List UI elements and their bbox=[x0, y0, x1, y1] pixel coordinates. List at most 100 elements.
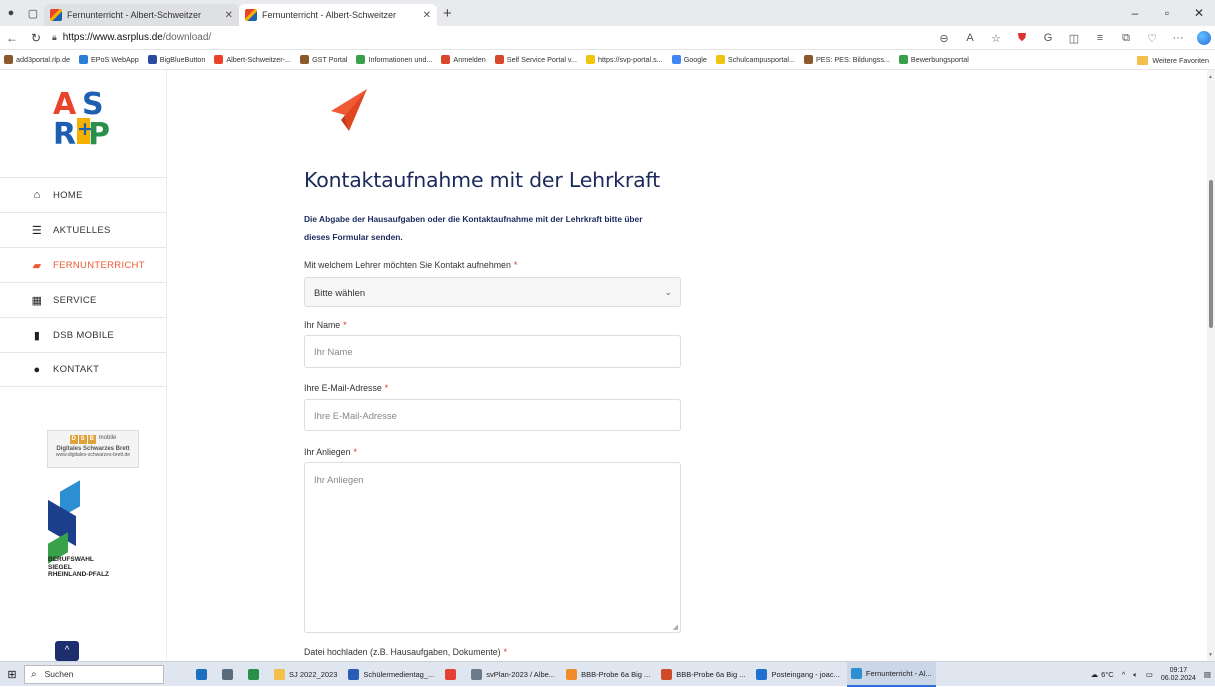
taskbar-app[interactable]: SJ 2022_2023 bbox=[270, 662, 341, 687]
tab-title: Fernunterricht - Albert-Schweitzer bbox=[67, 10, 202, 20]
bookmark-item[interactable]: Albert-Schweitzer-... bbox=[214, 55, 291, 64]
collections-icon[interactable]: ⧉ bbox=[1113, 32, 1139, 45]
back-arrow-icon[interactable]: ← bbox=[0, 31, 24, 45]
sidebar-item-aktuelles[interactable]: ☰ AKTUELLES bbox=[0, 212, 167, 247]
browser-tab[interactable]: Fernunterricht - Albert-Schweitzer ✕ bbox=[44, 4, 239, 26]
bookmark-item[interactable]: Self Service Portal v... bbox=[494, 55, 577, 64]
scrollbar-thumb[interactable] bbox=[1209, 180, 1213, 328]
bookmark-item[interactable]: Anmelden bbox=[441, 55, 486, 64]
split-screen-icon[interactable]: ◫ bbox=[1061, 32, 1087, 45]
dsb-sub: mobile bbox=[98, 435, 117, 441]
dsb-mobile-banner[interactable]: D S B mobile Digitales Schwarzes Brett w… bbox=[47, 430, 139, 468]
taskbar-app-label: Schülermedientag_... bbox=[363, 669, 435, 679]
window-controls: – ▫ ✕ bbox=[1119, 0, 1215, 26]
email-placeholder: Ihre E-Mail-Adresse bbox=[314, 409, 397, 421]
close-tab-icon[interactable]: ✕ bbox=[225, 10, 233, 21]
name-field[interactable]: Ihr Name bbox=[304, 335, 681, 368]
sidebar: A S R + P ⌂ HOME ☰ AKTUELLES ▰ FERNUNTERRICHT… bbox=[0, 70, 167, 661]
tray-chevron-icon[interactable]: ^ bbox=[1122, 670, 1126, 679]
search-label: Suchen bbox=[44, 669, 74, 679]
scroll-up-icon[interactable]: ▲ bbox=[1208, 74, 1213, 80]
sidebar-item-dsb-mobile[interactable]: ▮ DSB MOBILE bbox=[0, 317, 167, 352]
taskbar-search[interactable]: ⌕ Suchen bbox=[24, 664, 164, 684]
new-tab-button[interactable]: + bbox=[443, 5, 452, 22]
close-tab-icon[interactable]: ✕ bbox=[423, 10, 431, 21]
email-field[interactable]: Ihre E-Mail-Adresse bbox=[304, 399, 681, 431]
volume-icon[interactable]: 🔈︎ bbox=[1133, 670, 1138, 680]
extension-icon[interactable]: G bbox=[1035, 32, 1061, 44]
bookmark-item[interactable]: PES: PES: Bildungss... bbox=[804, 55, 890, 64]
read-aloud-icon[interactable]: A bbox=[957, 32, 983, 44]
bookmark-label: BigBlueButton bbox=[159, 55, 206, 64]
page-scrollbar[interactable]: ▲ ▼ bbox=[1207, 70, 1215, 661]
bookmark-item[interactable]: Bewerbungsportal bbox=[898, 55, 969, 64]
bookmark-item[interactable]: Schulcampusportal... bbox=[715, 55, 795, 64]
bookmark-label: Albert-Schweitzer-... bbox=[226, 55, 292, 64]
taskbar-app[interactable]: BBB-Probe 6a Big ... bbox=[657, 662, 749, 687]
bookmark-folder-other[interactable]: Weitere Favoriten bbox=[1137, 50, 1209, 70]
restore-icon[interactable]: ▫ bbox=[1151, 6, 1183, 20]
taskbar-app[interactable]: Fernunterricht - Al... bbox=[846, 661, 936, 687]
resize-grip-icon[interactable]: ◢ bbox=[673, 623, 678, 631]
more-menu-icon[interactable]: ··· bbox=[1165, 32, 1191, 44]
network-icon[interactable]: ▭ bbox=[1146, 670, 1153, 679]
taskbar-clock[interactable]: 09:17 06.02.2024 bbox=[1161, 667, 1196, 683]
system-tray: ☁ 6°C ^ 🔈︎ ▭ 09:17 06.02.2024 ▤ bbox=[1083, 662, 1211, 687]
tab-actions-icon[interactable]: ▢ bbox=[22, 2, 44, 24]
zoom-icon[interactable]: ⊖ bbox=[931, 32, 957, 45]
taskbar-app[interactable] bbox=[192, 662, 215, 687]
windows-start-icon[interactable]: ⊞ bbox=[0, 668, 24, 681]
upload-label: Datei hochladen (z.B. Hausaufgaben, Doku… bbox=[304, 647, 507, 657]
address-input[interactable]: 🔒︎ https://www.asrplus.de/download/ bbox=[52, 32, 872, 43]
email-label-text: Ihre E-Mail-Adresse bbox=[304, 383, 382, 393]
favorites-icon[interactable]: ≡ bbox=[1087, 32, 1113, 44]
sidebar-item-home[interactable]: ⌂ HOME bbox=[0, 177, 167, 212]
extension-shield-icon[interactable]: ⛊ bbox=[1009, 32, 1035, 45]
taskbar-app[interactable] bbox=[441, 662, 464, 687]
dsb-letter: D bbox=[69, 435, 78, 444]
browser-essentials-icon[interactable]: ♡ bbox=[1139, 32, 1165, 45]
taskbar-app[interactable]: Schülermedientag_... bbox=[344, 662, 438, 687]
scroll-to-top-button[interactable]: ^ bbox=[55, 641, 79, 661]
scroll-down-icon[interactable]: ▼ bbox=[1208, 652, 1213, 658]
bookmark-item[interactable]: Informationen und... bbox=[356, 55, 432, 64]
taskbar-app[interactable]: svPlan-2023 / Albe... bbox=[467, 662, 559, 687]
file-icon: ▮ bbox=[33, 329, 41, 342]
minimize-icon[interactable]: – bbox=[1119, 6, 1151, 20]
profile-icon[interactable]: ● bbox=[0, 2, 22, 24]
sidebar-item-fernunterricht[interactable]: ▰ FERNUNTERRICHT bbox=[0, 247, 167, 282]
bookmark-label: EPoS WebApp bbox=[90, 55, 139, 64]
school-logo[interactable]: A S R + P bbox=[53, 87, 113, 152]
sidebar-item-kontakt[interactable]: ● KONTAKT bbox=[0, 352, 167, 387]
bookmark-item[interactable]: add3portal.rlp.de bbox=[4, 55, 70, 64]
close-window-icon[interactable]: ✕ bbox=[1183, 6, 1215, 20]
copilot-icon[interactable] bbox=[1197, 31, 1211, 45]
home-icon: ⌂ bbox=[33, 189, 41, 201]
favorite-star-icon[interactable]: ☆ bbox=[983, 32, 1009, 45]
bookmark-item[interactable]: Google bbox=[671, 55, 707, 64]
teacher-select[interactable]: Bitte wählen ⌄ bbox=[304, 277, 681, 307]
name-label: Ihr Name * bbox=[304, 320, 347, 330]
refresh-icon[interactable]: ↻ bbox=[24, 31, 48, 45]
message-textarea[interactable]: Ihr Anliegen ◢ bbox=[304, 462, 681, 633]
taskbar-app[interactable] bbox=[244, 662, 267, 687]
browser-tab-active[interactable]: Fernunterricht - Albert-Schweitzer ✕ bbox=[239, 4, 437, 26]
notifications-icon[interactable]: ▤ bbox=[1204, 670, 1211, 679]
app-icon bbox=[756, 668, 768, 680]
bookmark-favicon-icon bbox=[898, 55, 908, 64]
weather-icon[interactable]: ☁ bbox=[1091, 670, 1099, 679]
calendar-icon: ▦ bbox=[31, 294, 43, 307]
list-icon: ☰ bbox=[31, 224, 43, 237]
bookmark-item[interactable]: GST Portal bbox=[300, 55, 347, 64]
taskbar-app[interactable] bbox=[218, 662, 241, 687]
siegel-text: BERUFSWAHL SIEGEL RHEINLAND-PFALZ bbox=[48, 556, 109, 579]
taskbar-app[interactable]: Posteingang - joac... bbox=[752, 662, 843, 687]
berufswahl-siegel-logo[interactable]: BERUFSWAHL SIEGEL RHEINLAND-PFALZ bbox=[48, 480, 128, 586]
browser-tab-bar: ● ▢ Fernunterricht - Albert-Schweitzer ✕… bbox=[0, 0, 1215, 26]
sidebar-item-service[interactable]: ▦ SERVICE bbox=[0, 282, 167, 317]
bookmark-item[interactable]: https://svp-portal.s... bbox=[585, 55, 663, 64]
dsb-url: www.digitales-schwarzes-brett.de bbox=[55, 452, 131, 458]
bookmark-item[interactable]: BigBlueButton bbox=[147, 55, 206, 64]
bookmark-item[interactable]: EPoS WebApp bbox=[78, 55, 139, 64]
taskbar-app[interactable]: BBB-Probe 6a Big ... bbox=[562, 662, 654, 687]
